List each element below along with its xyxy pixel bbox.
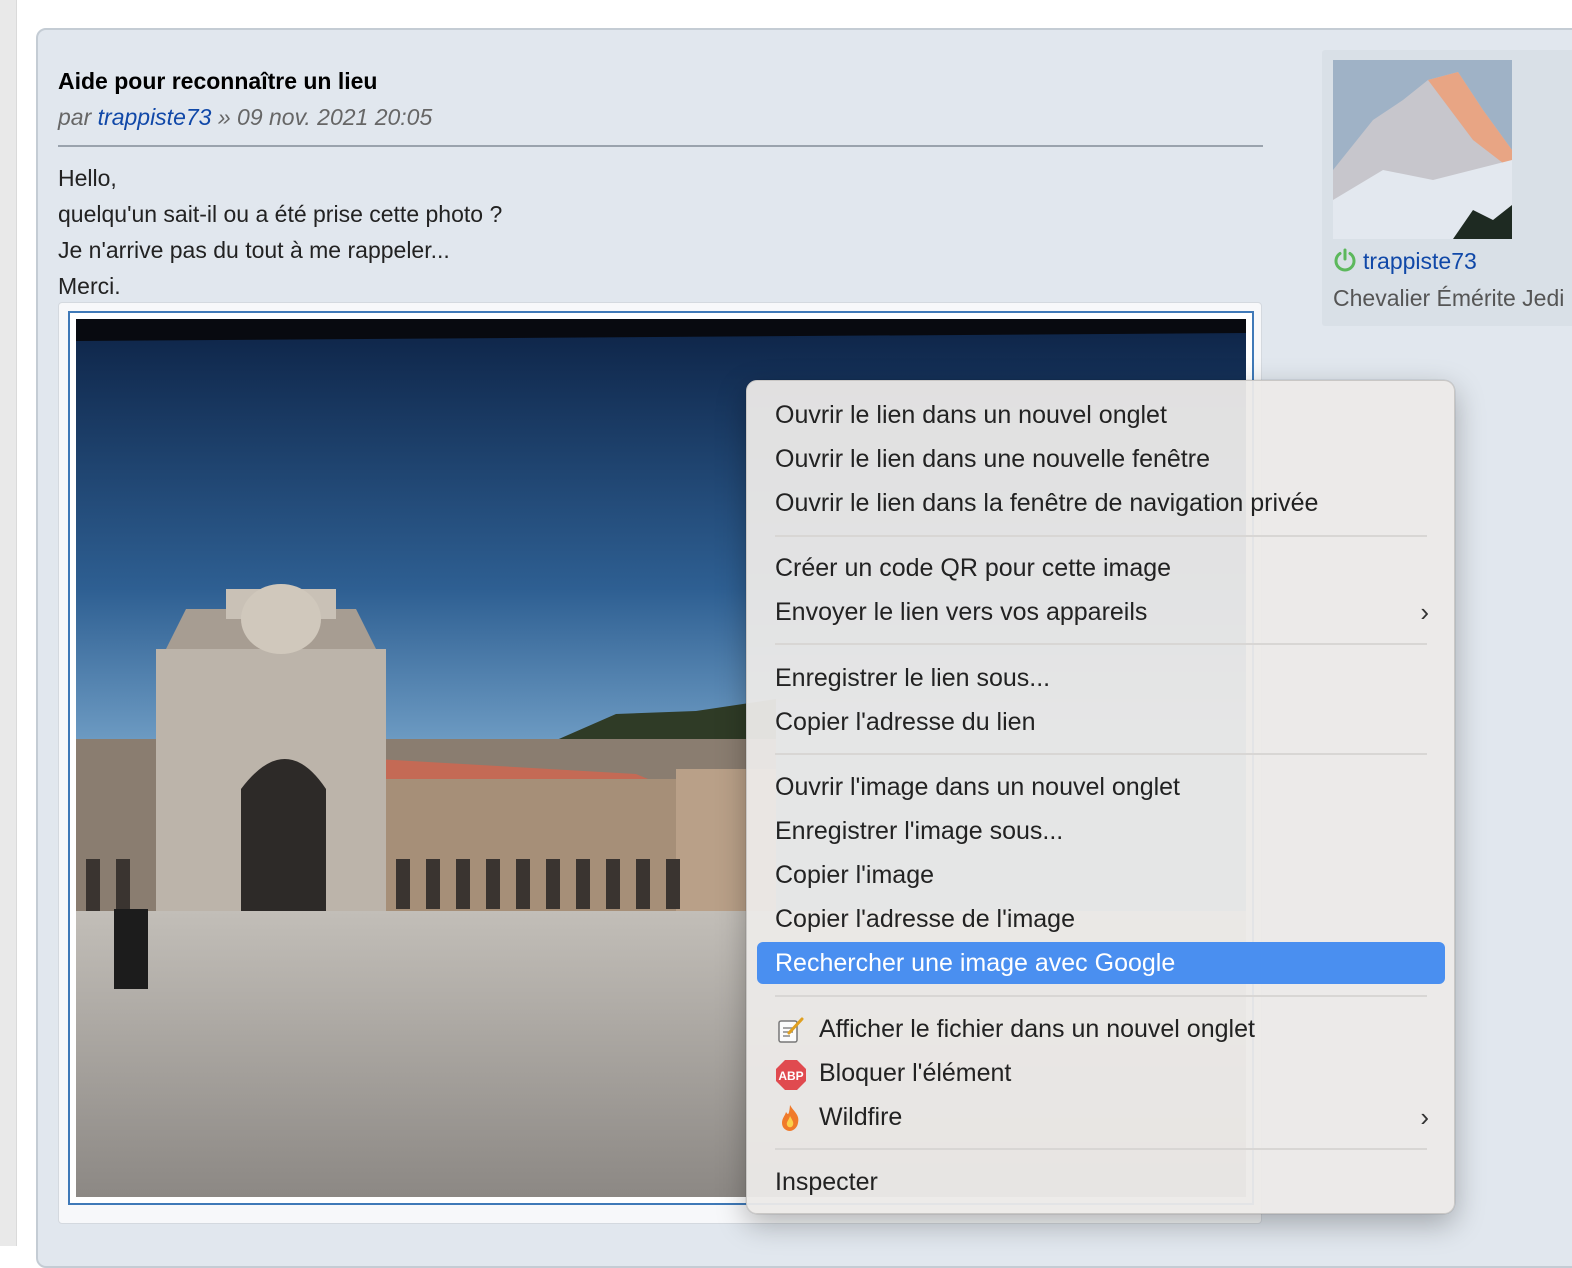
context-menu: Ouvrir le lien dans un nouvel onglet Ouv…: [746, 380, 1455, 1214]
menu-show-file-new-tab[interactable]: Afficher le fichier dans un nouvel ongle…: [757, 1008, 1445, 1050]
file-viewer-icon: [775, 1015, 805, 1045]
menu-item-label: Ouvrir l'image dans un nouvel onglet: [775, 773, 1181, 801]
post-body-line: Merci.: [58, 273, 121, 299]
chevron-right-icon: ›: [1420, 1102, 1429, 1132]
menu-wildfire[interactable]: Wildfire ›: [757, 1096, 1445, 1138]
menu-open-image-new-tab[interactable]: Ouvrir l'image dans un nouvel onglet: [757, 766, 1445, 808]
profile-username-link[interactable]: trappiste73: [1363, 248, 1477, 274]
post-body-line: Je n'arrive pas du tout à me rappeler...: [58, 237, 450, 263]
page-left-bar: [0, 0, 17, 1246]
post-body-line: quelqu'un sait-il ou a été prise cette p…: [58, 201, 503, 227]
menu-item-label: Rechercher une image avec Google: [775, 949, 1176, 977]
post-body-line: Hello,: [58, 165, 117, 191]
menu-copy-link-address[interactable]: Copier l'adresse du lien: [757, 701, 1445, 743]
menu-item-label: Wildfire: [819, 1103, 903, 1131]
menu-item-label: Ouvrir le lien dans un nouvel onglet: [775, 401, 1167, 429]
menu-item-label: Copier l'adresse du lien: [775, 708, 1036, 736]
wildfire-icon: [775, 1103, 805, 1133]
menu-separator: [775, 995, 1427, 997]
menu-item-label: Afficher le fichier dans un nouvel ongle…: [819, 1015, 1255, 1043]
menu-separator: [775, 1148, 1427, 1150]
post-divider: [58, 145, 1263, 147]
menu-item-label: Envoyer le lien vers vos appareils: [775, 598, 1148, 626]
menu-item-label: Enregistrer l'image sous...: [775, 817, 1064, 845]
menu-open-link-private-window[interactable]: Ouvrir le lien dans la fenêtre de naviga…: [757, 482, 1445, 524]
menu-item-label: Ouvrir le lien dans la fenêtre de naviga…: [775, 489, 1319, 517]
menu-item-label: Enregistrer le lien sous...: [775, 664, 1051, 692]
post-title[interactable]: Aide pour reconnaître un lieu: [58, 68, 377, 95]
menu-send-link-to-devices[interactable]: Envoyer le lien vers vos appareils ›: [757, 591, 1445, 633]
online-status-icon: [1333, 248, 1357, 278]
post-date: » 09 nov. 2021 20:05: [211, 104, 433, 130]
profile-rank: Chevalier Émérite Jedi: [1333, 285, 1565, 311]
avatar-mountain-illustration: [1333, 60, 1512, 239]
menu-copy-image[interactable]: Copier l'image: [757, 854, 1445, 896]
post-meta-prefix: par: [58, 104, 98, 130]
menu-item-label: Créer un code QR pour cette image: [775, 554, 1172, 582]
menu-item-label: Copier l'image: [775, 861, 935, 889]
menu-save-image-as[interactable]: Enregistrer l'image sous...: [757, 810, 1445, 852]
menu-block-element[interactable]: ABP Bloquer l'élément: [757, 1052, 1445, 1094]
chevron-right-icon: ›: [1420, 597, 1429, 627]
menu-item-label: Inspecter: [775, 1168, 878, 1196]
menu-open-link-new-window[interactable]: Ouvrir le lien dans une nouvelle fenêtre: [757, 438, 1445, 480]
menu-separator: [775, 535, 1427, 537]
menu-item-label: Copier l'adresse de l'image: [775, 905, 1075, 933]
menu-item-label: Bloquer l'élément: [819, 1059, 1012, 1087]
user-avatar[interactable]: [1333, 60, 1512, 239]
menu-save-link-as[interactable]: Enregistrer le lien sous...: [757, 657, 1445, 699]
menu-open-link-new-tab[interactable]: Ouvrir le lien dans un nouvel onglet: [757, 394, 1445, 436]
post-author-link[interactable]: trappiste73: [98, 104, 212, 130]
menu-create-qr-code[interactable]: Créer un code QR pour cette image: [757, 547, 1445, 589]
profile-username: trappiste73: [1333, 248, 1477, 278]
menu-separator: [775, 643, 1427, 645]
menu-copy-image-address[interactable]: Copier l'adresse de l'image: [757, 898, 1445, 940]
abp-icon-text: ABP: [778, 1069, 803, 1083]
menu-search-image-google[interactable]: Rechercher une image avec Google: [757, 942, 1445, 984]
menu-separator: [775, 753, 1427, 755]
adblock-plus-icon: ABP: [775, 1059, 806, 1090]
post-meta: par trappiste73 » 09 nov. 2021 20:05: [58, 104, 432, 131]
menu-inspect[interactable]: Inspecter: [757, 1161, 1445, 1203]
post-body: Hello, quelqu'un sait-il ou a été prise …: [58, 160, 502, 304]
menu-item-label: Ouvrir le lien dans une nouvelle fenêtre: [775, 445, 1210, 473]
